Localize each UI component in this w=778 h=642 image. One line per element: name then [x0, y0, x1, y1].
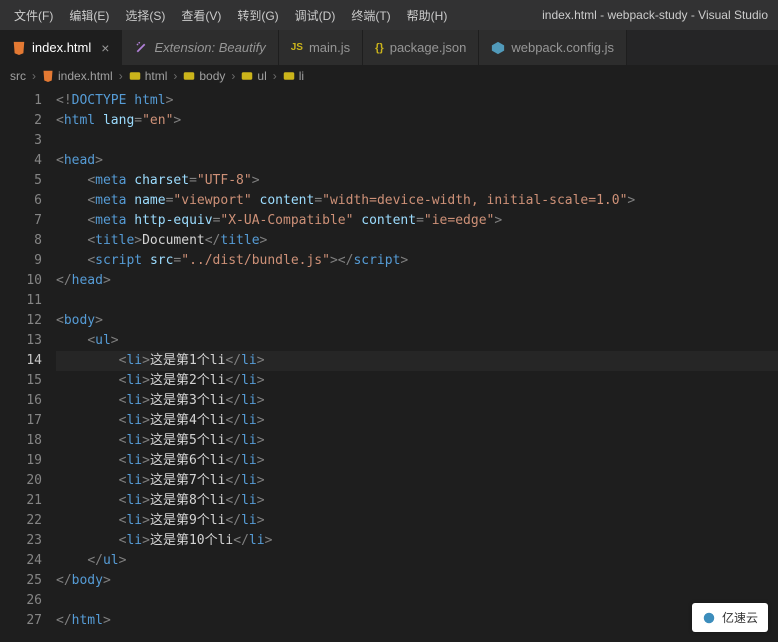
code-line[interactable]: <ul>: [56, 331, 778, 351]
code-line[interactable]: </ul>: [56, 551, 778, 571]
line-number: 21: [10, 491, 42, 511]
tab-label: index.html: [32, 40, 91, 55]
line-number: 22: [10, 511, 42, 531]
line-number: 3: [10, 131, 42, 151]
chevron-right-icon: ›: [119, 69, 123, 83]
menu-select[interactable]: 选择(S): [117, 0, 173, 30]
chevron-right-icon: ›: [32, 69, 36, 83]
menu-edit[interactable]: 编辑(E): [61, 0, 117, 30]
breadcrumb-node-ul[interactable]: ul: [241, 69, 266, 83]
line-number: 4: [10, 151, 42, 171]
breadcrumb-node-html[interactable]: html: [129, 69, 168, 83]
breadcrumb-folder[interactable]: src: [10, 69, 26, 83]
chevron-right-icon: ›: [273, 69, 277, 83]
code-line[interactable]: <li>这是第8个li</li>: [56, 491, 778, 511]
code-line[interactable]: <head>: [56, 151, 778, 171]
tab-label: webpack.config.js: [511, 40, 614, 55]
line-number: 2: [10, 111, 42, 131]
line-number: 7: [10, 211, 42, 231]
html-icon: [12, 41, 26, 55]
line-number: 13: [10, 331, 42, 351]
tab-package-json[interactable]: {} package.json: [363, 30, 479, 65]
tab-label: main.js: [309, 40, 350, 55]
line-number: 17: [10, 411, 42, 431]
line-number: 12: [10, 311, 42, 331]
line-number: 27: [10, 611, 42, 631]
watermark-badge: 亿速云: [692, 603, 768, 632]
breadcrumb-file[interactable]: index.html: [42, 69, 113, 83]
code-line[interactable]: </body>: [56, 571, 778, 591]
code-line[interactable]: <li>这是第3个li</li>: [56, 391, 778, 411]
code-line[interactable]: <li>这是第7个li</li>: [56, 471, 778, 491]
editor[interactable]: 1234567891011121314151617181920212223242…: [0, 87, 778, 635]
tab-index-html[interactable]: index.html ×: [0, 30, 122, 65]
menubar: 文件(F) 编辑(E) 选择(S) 查看(V) 转到(G) 调试(D) 终端(T…: [0, 0, 778, 30]
breadcrumb-node-li[interactable]: li: [283, 69, 304, 83]
code-line[interactable]: <li>这是第10个li</li>: [56, 531, 778, 551]
json-icon: {}: [375, 42, 384, 54]
menu-debug[interactable]: 调试(D): [287, 0, 344, 30]
menu-help[interactable]: 帮助(H): [399, 0, 456, 30]
menu-view[interactable]: 查看(V): [173, 0, 229, 30]
menu-file[interactable]: 文件(F): [6, 0, 61, 30]
line-number: 14: [10, 351, 42, 371]
line-number: 24: [10, 551, 42, 571]
line-gutter: 1234567891011121314151617181920212223242…: [0, 87, 56, 635]
line-number: 25: [10, 571, 42, 591]
close-icon[interactable]: ×: [97, 40, 109, 56]
line-number: 23: [10, 531, 42, 551]
code-line[interactable]: <li>这是第6个li</li>: [56, 451, 778, 471]
line-number: 18: [10, 431, 42, 451]
breadcrumb[interactable]: src › index.html › html › body › ul › li: [0, 65, 778, 87]
code-line[interactable]: <li>这是第4个li</li>: [56, 411, 778, 431]
code-area[interactable]: <!DOCTYPE html><html lang="en"> <head> <m…: [56, 87, 778, 635]
code-line[interactable]: <!DOCTYPE html>: [56, 91, 778, 111]
code-line[interactable]: <li>这是第1个li</li>: [56, 351, 778, 371]
code-line[interactable]: </html>: [56, 611, 778, 631]
code-line[interactable]: [56, 131, 778, 151]
line-number: 19: [10, 451, 42, 471]
code-line[interactable]: <li>这是第5个li</li>: [56, 431, 778, 451]
tab-label: Extension: Beautify: [154, 40, 265, 55]
code-line[interactable]: [56, 591, 778, 611]
tab-main-js[interactable]: JS main.js: [279, 30, 363, 65]
line-number: 11: [10, 291, 42, 311]
menu-goto[interactable]: 转到(G): [229, 0, 286, 30]
line-number: 15: [10, 371, 42, 391]
tab-webpack-config[interactable]: webpack.config.js: [479, 30, 627, 65]
code-line[interactable]: [56, 291, 778, 311]
breadcrumb-node-body[interactable]: body: [183, 69, 225, 83]
line-number: 26: [10, 591, 42, 611]
line-number: 5: [10, 171, 42, 191]
line-number: 6: [10, 191, 42, 211]
code-line[interactable]: <meta charset="UTF-8">: [56, 171, 778, 191]
code-line[interactable]: <li>这是第9个li</li>: [56, 511, 778, 531]
code-line[interactable]: </head>: [56, 271, 778, 291]
line-number: 16: [10, 391, 42, 411]
code-line[interactable]: <html lang="en">: [56, 111, 778, 131]
tabbar: index.html × Extension: Beautify JS main…: [0, 30, 778, 65]
tab-extension-beautify[interactable]: Extension: Beautify: [122, 30, 278, 65]
line-number: 20: [10, 471, 42, 491]
line-number: 1: [10, 91, 42, 111]
tab-label: package.json: [390, 40, 467, 55]
code-line[interactable]: <li>这是第2个li</li>: [56, 371, 778, 391]
code-line[interactable]: <meta http-equiv="X-UA-Compatible" conte…: [56, 211, 778, 231]
window-title: index.html - webpack-study - Visual Stud…: [542, 8, 768, 22]
line-number: 9: [10, 251, 42, 271]
menu-terminal[interactable]: 终端(T): [343, 0, 398, 30]
line-number: 8: [10, 231, 42, 251]
webpack-icon: [491, 41, 505, 55]
js-icon: JS: [291, 42, 303, 53]
code-line[interactable]: <script src="../dist/bundle.js"></script…: [56, 251, 778, 271]
wand-icon: [134, 41, 148, 55]
code-line[interactable]: <title>Document</title>: [56, 231, 778, 251]
code-line[interactable]: <body>: [56, 311, 778, 331]
code-line[interactable]: <meta name="viewport" content="width=dev…: [56, 191, 778, 211]
line-number: 10: [10, 271, 42, 291]
chevron-right-icon: ›: [231, 69, 235, 83]
chevron-right-icon: ›: [173, 69, 177, 83]
